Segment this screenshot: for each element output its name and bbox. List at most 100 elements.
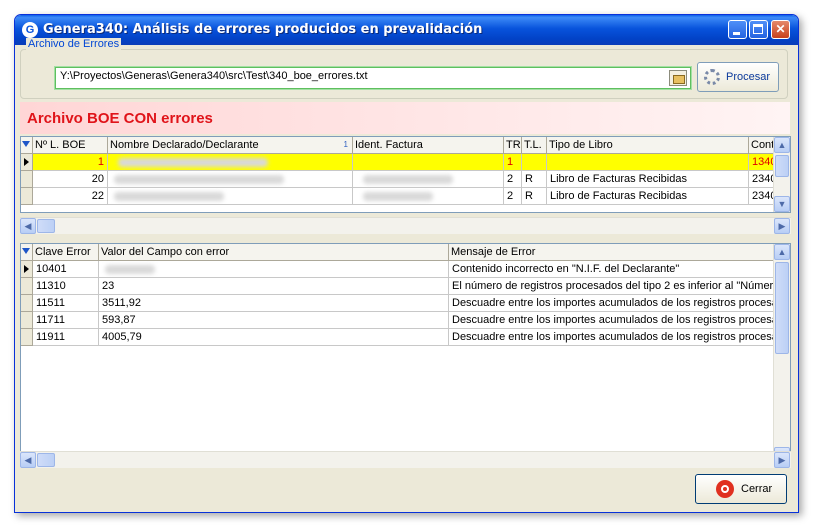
app-icon[interactable]: G	[22, 22, 38, 38]
power-icon	[716, 480, 734, 498]
table-cell-cont[interactable]: 2340	[749, 188, 775, 205]
row-indicator[interactable]	[21, 154, 33, 171]
scroll-right-icon[interactable]: ▶	[774, 452, 790, 468]
file-path-input[interactable]: Y:\Proyectos\Generas\Genera340\src\Test\…	[55, 67, 691, 89]
records-hscrollbar[interactable]: ◀ ▶	[20, 217, 791, 234]
row-indicator[interactable]	[21, 278, 33, 295]
cerrar-button[interactable]: Cerrar	[695, 474, 787, 504]
table-cell-num[interactable]: 20	[33, 171, 108, 188]
errors-hscrollbar[interactable]: ◀ ▶	[20, 451, 791, 468]
table-cell-valor[interactable]	[99, 261, 449, 278]
table-cell-ident[interactable]	[353, 154, 504, 171]
minimize-icon	[733, 32, 740, 35]
redacted-text	[114, 192, 224, 201]
window-title: Genera340: Análisis de errores producido…	[43, 22, 483, 37]
scroll-right-icon[interactable]: ▶	[774, 218, 790, 234]
table-cell-clave[interactable]: 11310	[33, 278, 99, 295]
errors-vscrollbar[interactable]: ▲ ▼	[773, 244, 790, 465]
current-row-icon	[24, 158, 29, 166]
col-header-tl[interactable]: T.L.	[522, 137, 547, 154]
col-header-valor-campo[interactable]: Valor del Campo con error	[99, 244, 449, 261]
col-header-tipo-libro[interactable]: Tipo de Libro	[547, 137, 749, 154]
main-window: G Genera340: Análisis de errores produci…	[14, 14, 799, 513]
records-hscroll-thumb[interactable]	[37, 219, 55, 233]
col-header-cont[interactable]: Cont	[749, 137, 775, 154]
records-vscrollbar[interactable]: ▲ ▼	[773, 137, 790, 212]
table-cell-ident[interactable]	[353, 171, 504, 188]
table-cell-tr[interactable]: 2	[504, 188, 522, 205]
row-indicator[interactable]	[21, 171, 33, 188]
table-cell-nombre[interactable]	[108, 188, 353, 205]
table-cell-ident[interactable]	[353, 188, 504, 205]
col-header-num-boe[interactable]: Nº L. BOE	[33, 137, 108, 154]
errors-vscroll-thumb[interactable]	[775, 262, 789, 354]
row-indicator[interactable]	[21, 312, 33, 329]
table-cell-num[interactable]: 22	[33, 188, 108, 205]
redacted-text	[363, 192, 433, 201]
row-indicator[interactable]	[21, 188, 33, 205]
col-header-tr[interactable]: TR	[504, 137, 522, 154]
table-cell-tl[interactable]: R	[522, 188, 547, 205]
redacted-text	[105, 265, 155, 274]
status-banner: Archivo BOE CON errores	[20, 102, 790, 134]
table-cell-tipo[interactable]: Libro de Facturas Recibidas	[547, 171, 749, 188]
table-cell-tl[interactable]	[522, 154, 547, 171]
table-cell-cont[interactable]: 2340	[749, 171, 775, 188]
scroll-up-icon[interactable]: ▲	[774, 137, 790, 153]
close-window-button[interactable]: ✕	[771, 20, 790, 39]
sort-down-icon	[22, 141, 30, 147]
close-icon: ✕	[775, 22, 786, 36]
process-button[interactable]: Procesar	[697, 62, 779, 92]
table-cell-clave[interactable]: 11711	[33, 312, 99, 329]
row-indicator[interactable]	[21, 261, 33, 278]
col-header-clave-error[interactable]: Clave Error	[33, 244, 99, 261]
row-indicator[interactable]	[21, 295, 33, 312]
table-cell-nombre[interactable]	[108, 171, 353, 188]
col-header-ident-factura[interactable]: Ident. Factura	[353, 137, 504, 154]
file-group-label: Archivo de Errores	[26, 38, 122, 50]
scroll-down-icon[interactable]: ▼	[774, 196, 790, 212]
table-cell-tipo[interactable]: Libro de Facturas Recibidas	[547, 188, 749, 205]
minimize-button[interactable]	[728, 20, 747, 39]
table-cell-num[interactable]: 1	[33, 154, 108, 171]
errors-hscroll-thumb[interactable]	[37, 453, 55, 467]
table-cell-mensaje[interactable]: Descuadre entre los importes acumulados …	[449, 329, 775, 346]
browse-button[interactable]	[669, 70, 687, 86]
row-indicator[interactable]	[21, 329, 33, 346]
table-cell-tipo[interactable]	[547, 154, 749, 171]
records-vscroll-thumb[interactable]	[775, 155, 789, 177]
table-cell-clave[interactable]: 10401	[33, 261, 99, 278]
table-cell-clave[interactable]: 11511	[33, 295, 99, 312]
scroll-left-icon[interactable]: ◀	[20, 452, 36, 468]
table-cell-valor[interactable]: 593,87	[99, 312, 449, 329]
maximize-button[interactable]	[749, 20, 768, 39]
table-cell-mensaje[interactable]: El número de registros procesados del ti…	[449, 278, 775, 295]
scroll-left-icon[interactable]: ◀	[20, 218, 36, 234]
col-header-nombre[interactable]: Nombre Declarado/Declarante 1	[108, 137, 353, 154]
title-bar[interactable]: G Genera340: Análisis de errores produci…	[15, 15, 798, 45]
table-cell-clave[interactable]: 11911	[33, 329, 99, 346]
records-grid-corner[interactable]	[21, 137, 33, 154]
table-cell-mensaje[interactable]: Descuadre entre los importes acumulados …	[449, 312, 775, 329]
maximize-icon	[753, 24, 763, 34]
status-banner-text: Archivo BOE CON errores	[27, 110, 213, 127]
table-cell-mensaje[interactable]: Descuadre entre los importes acumulados …	[449, 295, 775, 312]
errors-grid-corner[interactable]	[21, 244, 33, 261]
scroll-up-icon[interactable]: ▲	[774, 244, 790, 260]
table-cell-nombre[interactable]	[108, 154, 353, 171]
table-cell-tr[interactable]: 1	[504, 154, 522, 171]
process-button-label: Procesar	[726, 71, 771, 83]
table-cell-valor[interactable]: 3511,92	[99, 295, 449, 312]
table-cell-cont[interactable]: 1340	[749, 154, 775, 171]
table-cell-valor[interactable]: 4005,79	[99, 329, 449, 346]
sort-order-badge: 1	[343, 140, 348, 149]
errors-grid[interactable]: Clave Error Valor del Campo con error Me…	[20, 243, 791, 466]
table-cell-mensaje[interactable]: Contenido incorrecto en "N.I.F. del Decl…	[449, 261, 775, 278]
col-header-mensaje-error[interactable]: Mensaje de Error	[449, 244, 775, 261]
redacted-text	[118, 158, 268, 167]
col-header-nombre-label: Nombre Declarado/Declarante	[110, 139, 259, 151]
table-cell-tl[interactable]: R	[522, 171, 547, 188]
records-grid[interactable]: Nº L. BOE Nombre Declarado/Declarante 1 …	[20, 136, 791, 213]
table-cell-tr[interactable]: 2	[504, 171, 522, 188]
table-cell-valor[interactable]: 23	[99, 278, 449, 295]
